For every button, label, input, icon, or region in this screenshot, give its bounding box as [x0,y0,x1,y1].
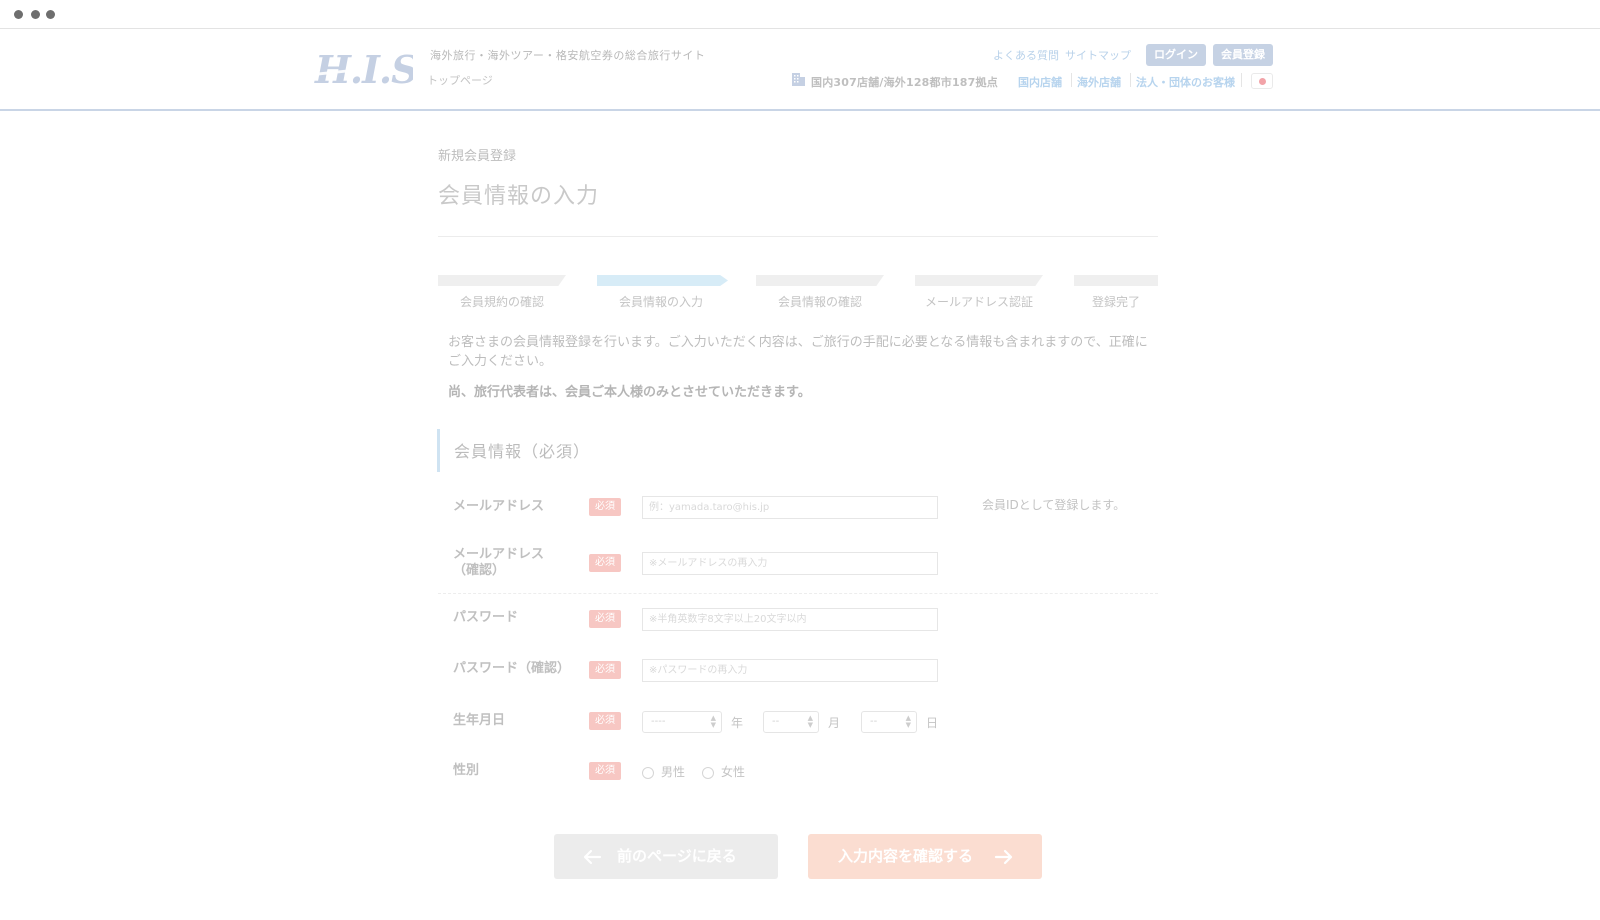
back-button-label: 前のページに戻る [617,847,737,865]
japan-flag-icon[interactable] [1251,73,1273,89]
birth-year-select[interactable]: ---- ▲ ▼ [642,711,722,733]
divider [1241,73,1242,87]
birth-month-value: -- [772,716,780,727]
birthdate-label: 生年月日 [453,713,506,728]
arrow-left-icon [583,849,602,865]
email-field[interactable]: 例：yamada.taro@his.jp [642,496,938,519]
browser-titlebar [0,0,1600,29]
overseas-stores-link[interactable]: 海外店舗 [1077,74,1121,90]
select-arrows-icon: ▲ ▼ [905,714,911,729]
svg-text:H.I.S: H.I.S [314,47,413,91]
step-bar-2 [597,275,728,286]
email-confirm-label-line1: メールアドレス [453,547,545,562]
gender-male-radio[interactable] [642,767,654,779]
birth-day-select[interactable]: -- ▲ ▼ [861,711,917,733]
gender-male-label[interactable]: 男性 [661,763,685,780]
section-title: 会員情報（必須） [454,442,591,461]
arrow-right-icon [994,849,1013,865]
divider [1071,73,1072,87]
register-button[interactable]: 会員登録 [1213,44,1273,66]
gender-label: 性別 [453,763,480,778]
gender-female-label[interactable]: 女性 [721,763,745,780]
step-bar-5 [1074,275,1158,286]
intro-note: 尚、旅行代表者は、会員ご本人様のみとさせていただきます。 [448,385,811,400]
divider [1130,73,1131,87]
step-label: 登録完了 [1091,295,1140,309]
top-page-link[interactable]: トップページ [427,72,493,88]
site-header: H.I.S 海外旅行・海外ツアー・格安航空券の総合旅行サイト トップページ よく… [0,29,1600,111]
header-utility-links: よくある質問 サイトマップ [993,47,1137,63]
select-arrows-icon: ▲ ▼ [807,714,813,729]
back-button[interactable]: 前のページに戻る [554,834,778,879]
step-bar-1 [438,275,566,286]
step-label: 会員情報の確認 [777,295,862,309]
his-logo[interactable]: H.I.S [313,47,413,91]
email-confirm-label: メールアドレス （確認） [453,547,544,579]
corporate-link[interactable]: 法人・団体のお客様 [1136,74,1235,90]
step-label: 会員規約の確認 [459,295,544,309]
page-title: 会員情報の入力 [438,184,600,209]
birth-year-value: ---- [651,716,666,727]
month-unit: 月 [828,716,841,730]
password-confirm-label: パスワード（確認） [453,661,571,676]
step-bar-4 [915,275,1043,286]
sitemap-link[interactable]: サイトマップ [1065,49,1131,62]
year-unit: 年 [731,716,744,730]
stores-count: 国内307店舗/海外128都市187拠点 [811,76,998,89]
required-badge: 必須 [589,610,621,628]
step-label: メールアドレス認証 [924,295,1033,309]
building-icon [792,73,805,86]
domestic-stores-link[interactable]: 国内店舗 [1018,74,1062,90]
intro-text: お客さまの会員情報登録を行います。ご入力いただく内容は、ご旅行の手配に必要となる… [448,335,1148,369]
confirm-button-label: 入力内容を確認する [838,847,974,865]
email-confirm-field[interactable]: ※メールアドレスの再入力 [642,552,938,575]
site-tagline: 海外旅行・海外ツアー・格安航空券の総合旅行サイト [430,49,706,62]
login-button[interactable]: ログイン [1146,44,1206,66]
divider [438,236,1158,237]
email-note: 会員IDとして登録します。 [982,498,1126,512]
password-field[interactable]: ※半角英数字8文字以上20文字以内 [642,608,938,631]
email-confirm-label-line2: （確認） [453,563,506,578]
window-minimize-dot[interactable] [31,10,40,19]
password-confirm-field[interactable]: ※パスワードの再入力 [642,659,938,682]
select-arrows-icon: ▲ ▼ [710,714,716,729]
day-unit: 日 [926,716,939,730]
window-close-dot[interactable] [14,10,23,19]
required-badge: 必須 [589,554,621,572]
divider [438,593,1158,594]
confirm-button[interactable]: 入力内容を確認する [808,834,1042,879]
birth-month-select[interactable]: -- ▲ ▼ [763,711,819,733]
breadcrumb: 新規会員登録 [438,149,517,164]
email-label: メールアドレス [453,499,545,514]
required-badge: 必須 [589,762,621,780]
birth-day-value: -- [870,716,878,727]
gender-female-radio[interactable] [702,767,714,779]
required-badge: 必須 [589,712,621,730]
faq-link[interactable]: よくある質問 [993,49,1059,62]
window-maximize-dot[interactable] [46,10,55,19]
required-badge: 必須 [589,498,621,516]
section-accent [437,429,440,472]
password-label: パスワード [453,610,519,625]
required-badge: 必須 [589,661,621,679]
step-bar-3 [756,275,884,286]
step-label: 会員情報の入力 [618,295,703,309]
